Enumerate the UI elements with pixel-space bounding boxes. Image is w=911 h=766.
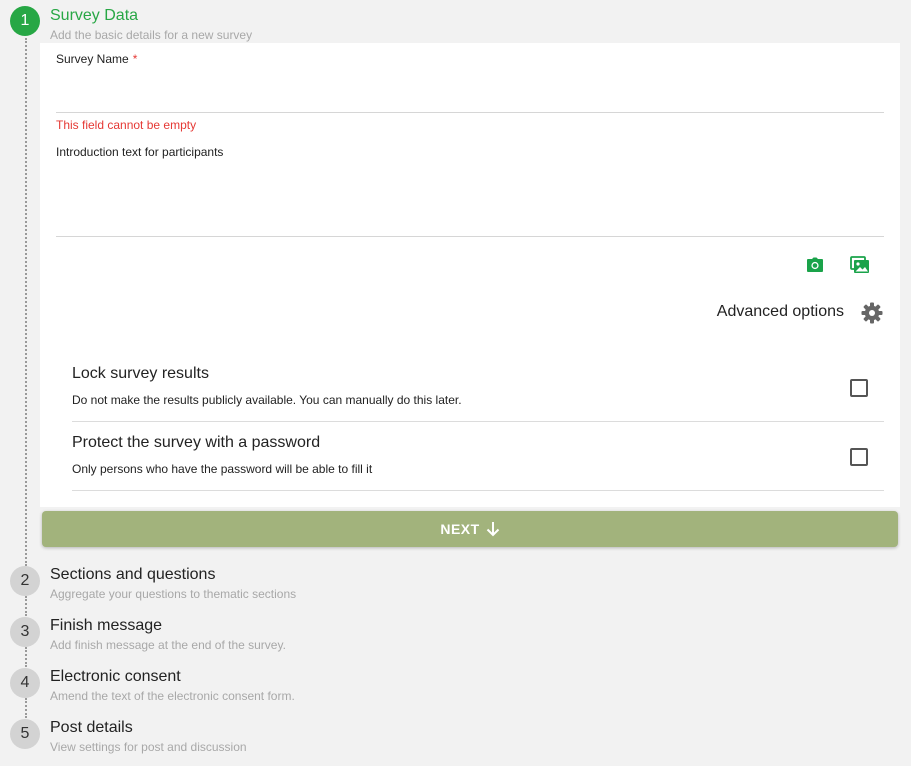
survey-name-label: Survey Name * <box>56 52 137 66</box>
step-4-number[interactable]: 4 <box>10 668 40 698</box>
gear-icon[interactable] <box>860 301 884 325</box>
step-4-subtitle: Amend the text of the electronic consent… <box>50 689 295 703</box>
survey-name-underline <box>56 112 884 113</box>
step-2-subtitle: Aggregate your questions to thematic sec… <box>50 587 297 601</box>
option-divider <box>72 490 884 491</box>
password-protect-description: Only persons who have the password will … <box>72 462 373 476</box>
survey-name-error: This field cannot be empty <box>56 118 197 132</box>
survey-name-input[interactable] <box>56 73 884 111</box>
step-2-number[interactable]: 2 <box>10 566 40 596</box>
lock-results-title: Lock survey results <box>72 365 209 382</box>
step-5-title[interactable]: Post details <box>50 719 133 737</box>
intro-text-input[interactable] <box>56 163 884 235</box>
password-protect-checkbox[interactable] <box>850 448 868 466</box>
step-3-subtitle: Add finish message at the end of the sur… <box>50 638 286 652</box>
lock-results-checkbox[interactable] <box>850 379 868 397</box>
step-connector <box>25 596 27 616</box>
option-divider <box>72 421 884 422</box>
step-4-title[interactable]: Electronic consent <box>50 668 181 686</box>
required-marker: * <box>132 52 138 66</box>
step-1-number[interactable]: 1 <box>10 6 40 36</box>
advanced-options-label[interactable]: Advanced options <box>717 303 844 321</box>
intro-text-underline <box>56 236 884 237</box>
step-5-subtitle: View settings for post and discussion <box>50 740 247 754</box>
survey-data-card: Survey Name * This field cannot be empty … <box>40 43 900 507</box>
step-connector <box>25 698 27 718</box>
step-connector <box>25 647 27 667</box>
image-icon[interactable] <box>850 255 870 275</box>
next-button-label: NEXT <box>440 521 480 537</box>
arrow-down-icon <box>486 522 499 537</box>
step-1-subtitle: Add the basic details for a new survey <box>50 28 253 42</box>
next-button[interactable]: NEXT <box>42 511 898 547</box>
intro-text-label: Introduction text for participants <box>56 145 224 159</box>
step-2-title[interactable]: Sections and questions <box>50 566 215 584</box>
survey-name-label-text: Survey Name <box>56 52 129 66</box>
step-5-number[interactable]: 5 <box>10 719 40 749</box>
password-protect-title: Protect the survey with a password <box>72 434 321 451</box>
step-3-number[interactable]: 3 <box>10 617 40 647</box>
step-1-title[interactable]: Survey Data <box>50 7 138 25</box>
step-connector <box>25 38 27 566</box>
camera-icon[interactable] <box>805 255 825 275</box>
lock-results-description: Do not make the results publicly availab… <box>72 393 462 407</box>
step-3-title[interactable]: Finish message <box>50 617 162 635</box>
